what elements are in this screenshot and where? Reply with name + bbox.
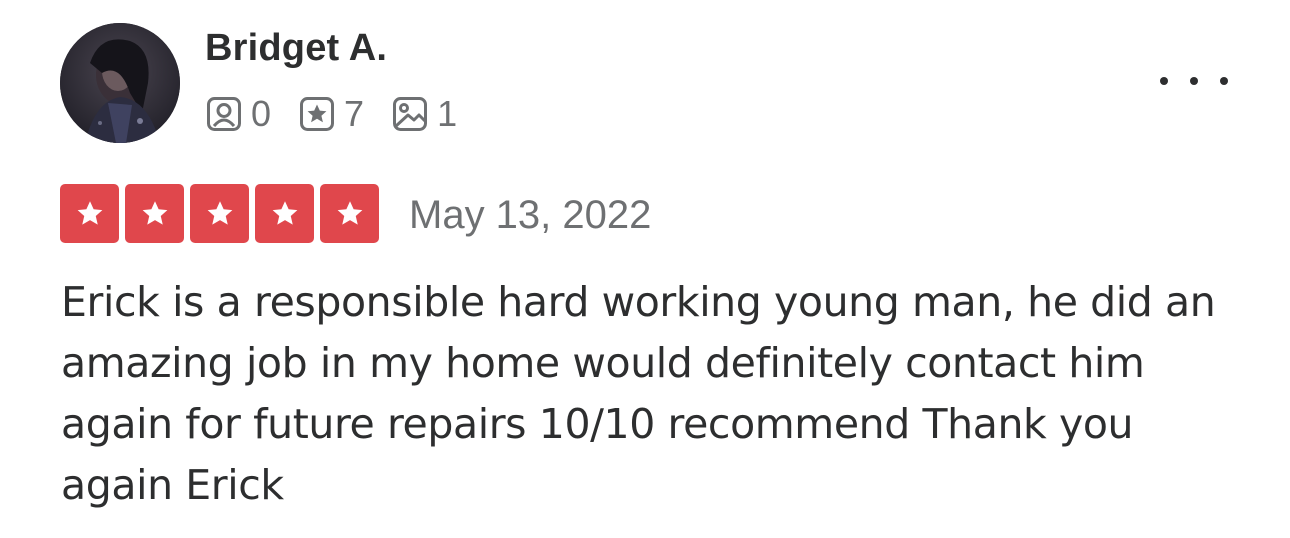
reviews-star-icon — [299, 96, 335, 132]
photos-count: 1 — [437, 93, 458, 134]
review-date: May 13, 2022 — [409, 193, 652, 237]
rating-star — [190, 184, 249, 243]
more-dot — [1160, 77, 1168, 85]
photos-icon — [392, 96, 428, 132]
reviews-count: 7 — [344, 93, 365, 134]
star-icon — [142, 200, 167, 225]
star-icon — [207, 200, 232, 225]
rating-star — [255, 184, 314, 243]
photos-stat: 1 — [392, 92, 457, 136]
star-rating — [60, 184, 379, 243]
review-text: Erick is a responsible hard working youn… — [61, 278, 1216, 509]
review-card: Bridget A. 0 7 1 May 13, 2022 Erick is a… — [0, 0, 1290, 538]
user-avatar[interactable] — [60, 23, 180, 143]
user-name[interactable]: Bridget A. — [205, 24, 387, 72]
rating-star — [60, 184, 119, 243]
reviews-stat: 7 — [299, 92, 364, 136]
more-dot — [1190, 77, 1198, 85]
more-options-icon[interactable] — [1160, 66, 1228, 96]
rating-star — [320, 184, 379, 243]
star-icon — [77, 200, 102, 225]
friends-count: 0 — [251, 93, 272, 134]
user-stats: 0 7 1 — [206, 92, 485, 136]
rating-star — [125, 184, 184, 243]
star-icon — [337, 200, 362, 225]
friends-icon — [206, 96, 242, 132]
star-icon — [272, 200, 297, 225]
avatar-photo — [60, 23, 180, 143]
friends-stat: 0 — [206, 92, 271, 136]
more-dot — [1220, 77, 1228, 85]
